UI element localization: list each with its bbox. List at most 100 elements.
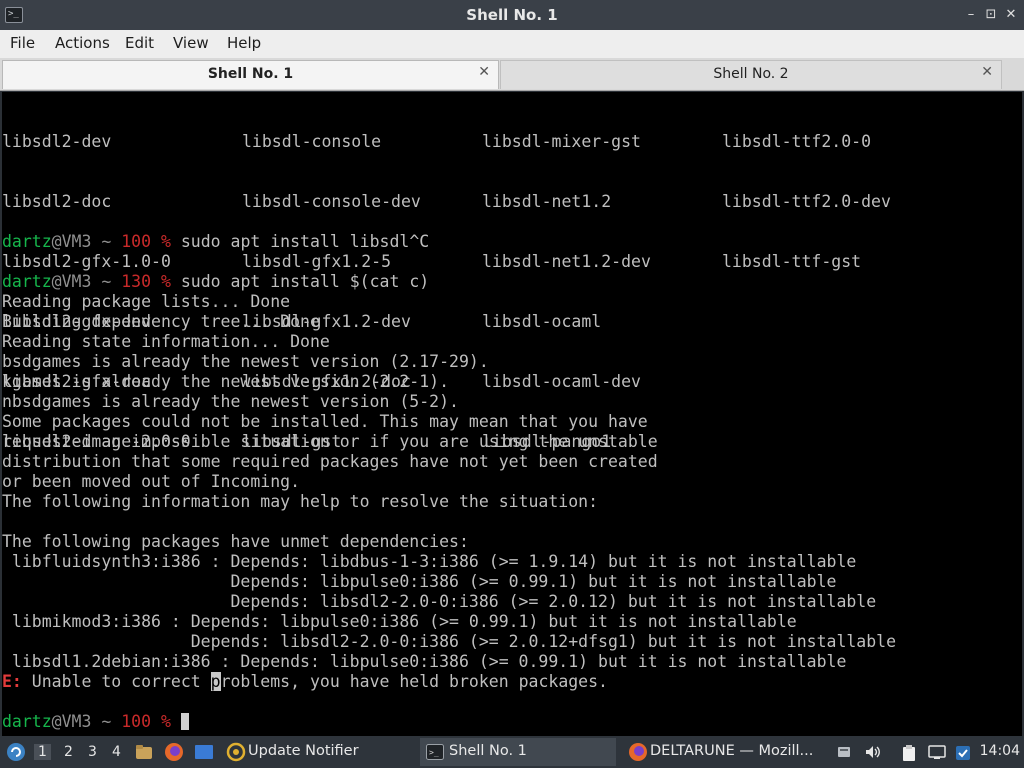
menu-file[interactable]: File <box>10 34 35 52</box>
output-line: Some packages could not be installed. Th… <box>2 412 648 431</box>
firefox-launcher[interactable] <box>163 736 185 768</box>
command-text: sudo apt install libsdl^C <box>170 232 430 251</box>
output-line: Depends: libpulse0:i386 (>= 0.99.1) but … <box>2 572 837 591</box>
output-line: distribution that some required packages… <box>2 452 658 471</box>
update-shield-icon <box>956 746 970 760</box>
output-line: bsdgames is already the newest version (… <box>2 352 489 371</box>
package-name: libsdl-ocaml <box>482 312 602 331</box>
package-name: libsdl-ocaml-dev <box>482 372 641 391</box>
package-name: libsdl2-gfx-1.0-0 <box>2 252 171 271</box>
firefox-icon <box>165 743 183 761</box>
error-prefix: E: <box>2 672 22 691</box>
task-label: Update Notifier <box>248 743 359 759</box>
output-line: Reading package lists... Done <box>2 292 291 311</box>
tab-close-icon[interactable]: ✕ <box>981 64 993 80</box>
drive-icon <box>838 747 850 757</box>
package-column-4: libsdl-ttf2.0-0 libsdl-ttf2.0-dev libsdl… <box>722 92 891 312</box>
menu-view[interactable]: View <box>173 34 209 52</box>
output-line: or been moved out of Incoming. <box>2 472 301 491</box>
output-line: Depends: libsdl2-2.0-0:i386 (>= 2.0.12+d… <box>2 632 897 651</box>
prompt-user: dartz <box>2 272 52 291</box>
prompt-user: dartz <box>2 712 52 731</box>
tab-bar: Shell No. 1 ✕ Shell No. 2 ✕ <box>0 58 1024 91</box>
clock[interactable]: 14:04 <box>980 743 1020 759</box>
prompt-symbol: % <box>160 272 171 291</box>
svg-text:>_: >_ <box>429 748 439 757</box>
minimize-button[interactable]: – <box>963 7 979 23</box>
desktop-launcher[interactable] <box>193 736 215 768</box>
update-notifier-icon <box>226 742 246 762</box>
updates-tray-icon[interactable] <box>954 744 970 760</box>
network-tray-icon[interactable] <box>928 744 946 760</box>
volume-tray-icon[interactable] <box>864 744 880 760</box>
package-name: libsdl2-dev <box>2 132 112 151</box>
exit-status: 100 <box>121 712 152 731</box>
output-line: The following packages have unmet depend… <box>2 532 469 551</box>
package-name: libsdl-mixer-gst <box>482 132 641 151</box>
error-text: roblems, you have held broken packages. <box>220 672 608 691</box>
output-line: nbsdgames is already the newest version … <box>2 392 459 411</box>
storage-tray-icon[interactable] <box>836 744 852 760</box>
package-name: libsdl-console <box>242 132 382 151</box>
workspace-3[interactable]: 3 <box>88 744 97 760</box>
prompt-host: @VM3 ~ <box>51 232 122 251</box>
command-text <box>171 712 181 731</box>
menu-bar: File Actions Edit View Help <box>0 30 1024 58</box>
clipboard-tray-icon[interactable] <box>900 744 916 761</box>
terminal-icon: >_ <box>426 744 444 760</box>
menu-help[interactable]: Help <box>227 34 261 52</box>
prompt-symbol: % <box>160 712 171 731</box>
output-line: The following information may help to re… <box>2 492 599 511</box>
prompt-host: @VM3 ~ <box>51 712 122 731</box>
package-name: libsdl-console-dev <box>242 192 421 211</box>
task-shell-no-1[interactable]: >_ Shell No. 1 <box>420 738 616 766</box>
window-title: Shell No. 1 <box>466 6 558 24</box>
text-cursor[interactable] <box>180 713 189 730</box>
app-menu-button[interactable] <box>4 736 28 768</box>
package-name: libsdl-ttf2.0-dev <box>722 192 891 211</box>
task-label: Shell No. 1 <box>449 743 527 759</box>
exit-status: 130 <box>121 272 152 291</box>
menu-actions[interactable]: Actions <box>55 34 110 52</box>
clipboard-icon <box>903 745 915 761</box>
tab-label: Shell No. 1 <box>207 66 294 82</box>
command-text: sudo apt install $(cat c) <box>170 272 430 291</box>
output-line: libfluidsynth3:i386 : Depends: libdbus-1… <box>2 552 857 571</box>
task-update-notifier[interactable]: Update Notifier <box>224 738 414 766</box>
monitor-icon <box>928 745 946 759</box>
package-name: libsdl-net1.2 <box>482 192 612 211</box>
folder-icon <box>136 745 152 759</box>
menu-edit[interactable]: Edit <box>125 34 154 52</box>
package-name: libsdl-ttf2.0-0 <box>722 132 872 151</box>
window-titlebar[interactable]: >_ Shell No. 1 – ⊡ ✕ <box>0 0 1024 30</box>
workspace-4[interactable]: 4 <box>112 744 121 760</box>
output-line: Reading state information... Done <box>2 332 330 351</box>
output-line: libsdl1.2debian:i386 : Depends: libpulse… <box>2 652 847 671</box>
package-name: libsdl2-doc <box>2 192 112 211</box>
task-firefox-deltarune[interactable]: DELTARUNE — Mozill... <box>626 738 826 766</box>
workspace-1[interactable]: 1 <box>34 744 51 760</box>
close-button[interactable]: ✕ <box>1003 7 1019 23</box>
prompt-host: @VM3 ~ <box>51 272 122 291</box>
prompt-user: dartz <box>2 232 52 251</box>
tab-shell-1[interactable]: Shell No. 1 ✕ <box>2 60 499 89</box>
package-name: libsdl-net1.2-dev <box>482 252 651 271</box>
tab-close-icon[interactable]: ✕ <box>478 64 490 80</box>
tab-shell-2[interactable]: Shell No. 2 ✕ <box>500 60 1002 89</box>
maximize-button[interactable]: ⊡ <box>983 7 999 23</box>
output-line: libmikmod3:i386 : Depends: libpulse0:i38… <box>2 612 797 631</box>
package-name: libsdl-gfx1.2-5 <box>242 252 392 271</box>
terminal-output[interactable]: libsdl2-dev libsdl2-doc libsdl2-gfx-1.0-… <box>2 92 1022 736</box>
error-line: E: Unable to correct problems, you have … <box>2 672 608 692</box>
prompt-line: dartz@VM3 ~ 130 % sudo apt install $(cat… <box>2 272 429 292</box>
prompt-symbol: % <box>160 232 171 251</box>
window-icon <box>195 745 213 759</box>
file-manager-launcher[interactable] <box>134 736 154 768</box>
package-name: libsdl-ttf-gst <box>722 252 862 271</box>
error-text: Unable to correct <box>21 672 211 691</box>
start-menu-icon <box>7 743 25 761</box>
workspace-2[interactable]: 2 <box>64 744 73 760</box>
prompt-line: dartz@VM3 ~ 100 % <box>2 712 189 732</box>
speaker-icon <box>866 746 880 758</box>
output-line: kgames is already the newest version (2.… <box>2 372 450 391</box>
